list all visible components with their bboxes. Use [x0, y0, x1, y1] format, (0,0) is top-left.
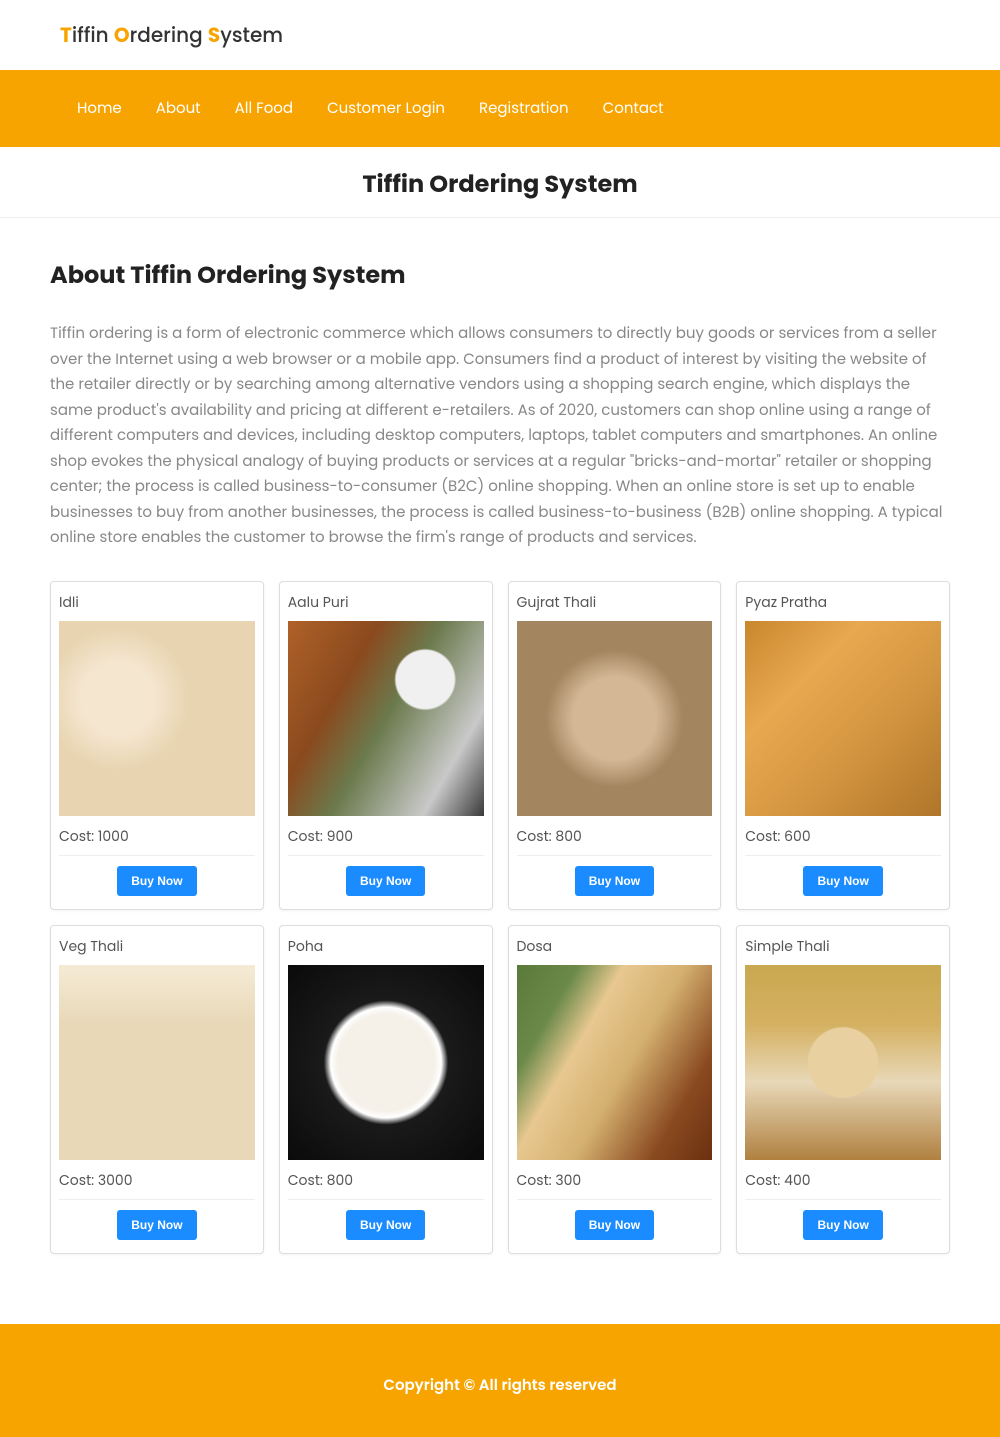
buy-button-wrap: Buy Now: [745, 856, 941, 901]
food-image: [517, 621, 713, 816]
buy-now-button[interactable]: Buy Now: [575, 1210, 654, 1240]
food-image: [59, 965, 255, 1160]
food-image: [288, 965, 484, 1160]
nav-link-contact[interactable]: Contact: [586, 85, 681, 132]
footer-text: Copyright © All rights reserved: [383, 1375, 616, 1396]
food-card: Aalu Puri Cost: 900 Buy Now: [279, 581, 493, 910]
food-name: Aalu Puri: [288, 590, 484, 621]
food-cost: Cost: 600: [745, 816, 941, 856]
food-card: Simple Thali Cost: 400 Buy Now: [736, 925, 950, 1254]
food-card: Poha Cost: 800 Buy Now: [279, 925, 493, 1254]
header: Tiffin Ordering System: [0, 0, 1000, 70]
nav-link-customer-login[interactable]: Customer Login: [310, 85, 462, 132]
brand-accent-letter: S: [208, 21, 220, 49]
food-image: [745, 621, 941, 816]
page-title: Tiffin Ordering System: [0, 147, 1000, 218]
buy-now-button[interactable]: Buy Now: [803, 1210, 882, 1240]
brand-text: rdering: [130, 21, 208, 49]
food-image: [59, 621, 255, 816]
food-name: Poha: [288, 934, 484, 965]
brand-text: iffin: [72, 21, 114, 49]
buy-now-button[interactable]: Buy Now: [575, 866, 654, 896]
food-card: Dosa Cost: 300 Buy Now: [508, 925, 722, 1254]
buy-now-button[interactable]: Buy Now: [346, 1210, 425, 1240]
food-image: [745, 965, 941, 1160]
food-cost: Cost: 800: [288, 1160, 484, 1200]
food-cost: Cost: 400: [745, 1160, 941, 1200]
buy-now-button[interactable]: Buy Now: [346, 866, 425, 896]
food-cost: Cost: 3000: [59, 1160, 255, 1200]
food-grid: Idli Cost: 1000 Buy Now Aalu Puri Cost: 900 B…: [50, 581, 950, 1254]
food-card: Gujrat Thali Cost: 800 Buy Now: [508, 581, 722, 910]
food-name: Veg Thali: [59, 934, 255, 965]
food-name: Simple Thali: [745, 934, 941, 965]
food-image: [288, 621, 484, 816]
brand-text: ystem: [220, 21, 283, 49]
buy-button-wrap: Buy Now: [59, 856, 255, 901]
buy-button-wrap: Buy Now: [288, 1200, 484, 1245]
food-cost: Cost: 800: [517, 816, 713, 856]
food-name: Dosa: [517, 934, 713, 965]
food-name: Idli: [59, 590, 255, 621]
brand-accent-letter: T: [60, 21, 72, 49]
buy-button-wrap: Buy Now: [59, 1200, 255, 1245]
food-card: Veg Thali Cost: 3000 Buy Now: [50, 925, 264, 1254]
about-body: Tiffin ordering is a form of electronic …: [50, 321, 950, 551]
food-card: Pyaz Pratha Cost: 600 Buy Now: [736, 581, 950, 910]
food-name: Pyaz Pratha: [745, 590, 941, 621]
nav-link-all-food[interactable]: All Food: [218, 85, 310, 132]
food-card: Idli Cost: 1000 Buy Now: [50, 581, 264, 910]
buy-button-wrap: Buy Now: [745, 1200, 941, 1245]
buy-button-wrap: Buy Now: [288, 856, 484, 901]
nav-link-home[interactable]: Home: [60, 85, 139, 132]
food-name: Gujrat Thali: [517, 590, 713, 621]
nav-link-about[interactable]: About: [139, 85, 218, 132]
nav-link-registration[interactable]: Registration: [462, 85, 586, 132]
buy-now-button[interactable]: Buy Now: [803, 866, 882, 896]
food-cost: Cost: 900: [288, 816, 484, 856]
brand-accent-letter: O: [114, 21, 130, 49]
buy-now-button[interactable]: Buy Now: [117, 1210, 196, 1240]
food-cost: Cost: 300: [517, 1160, 713, 1200]
footer: Copyright © All rights reserved: [0, 1324, 1000, 1437]
main-navbar: HomeAboutAll FoodCustomer LoginRegistrat…: [0, 70, 1000, 147]
buy-button-wrap: Buy Now: [517, 856, 713, 901]
buy-now-button[interactable]: Buy Now: [117, 866, 196, 896]
brand-logo: Tiffin Ordering System: [60, 20, 940, 50]
food-image: [517, 965, 713, 1160]
buy-button-wrap: Buy Now: [517, 1200, 713, 1245]
about-heading: About Tiffin Ordering System: [50, 258, 950, 293]
food-cost: Cost: 1000: [59, 816, 255, 856]
